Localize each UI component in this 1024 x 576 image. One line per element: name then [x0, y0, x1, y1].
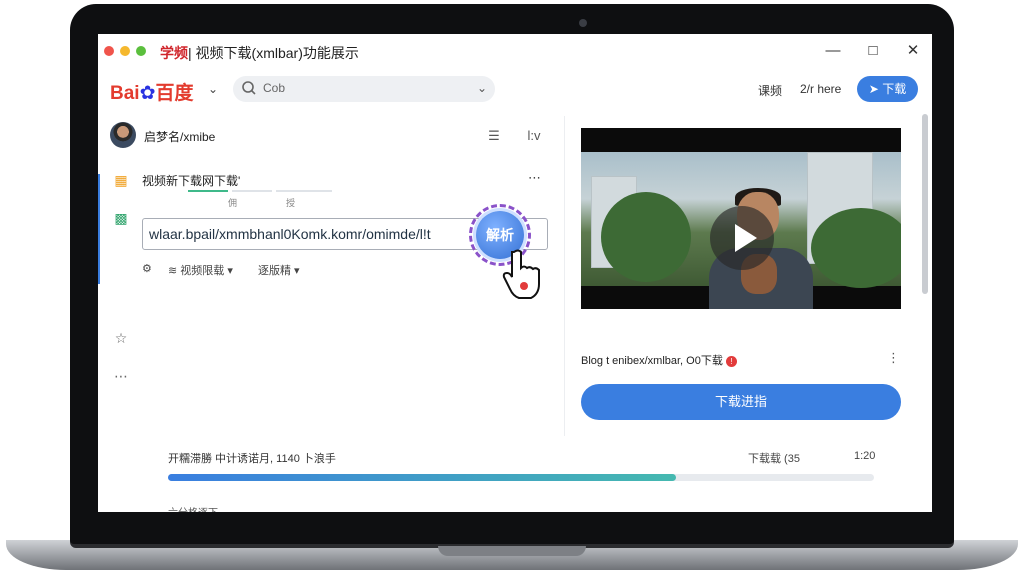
brand-text-left: Bai: [110, 83, 140, 104]
title-logo: 学频: [160, 45, 188, 61]
more-icon[interactable]: ⋯: [112, 368, 130, 386]
camera-icon: [579, 19, 587, 27]
card-more-icon[interactable]: ⋯: [528, 170, 541, 186]
video-tree: [811, 208, 901, 288]
nav-link-2[interactable]: 2/r here: [800, 82, 841, 96]
option-1[interactable]: ≋ 视频限载 ▾: [168, 262, 233, 278]
nav-link-1[interactable]: 课频: [758, 82, 782, 99]
chevron-down-icon: ▾: [224, 265, 233, 277]
app-window: 学频| 视频下载(xmlbar)功能展示 — □ ✕ Bai✿百度 ⌄ Cob …: [98, 34, 932, 512]
maximize-icon[interactable]: □: [862, 40, 884, 62]
maximize-dot[interactable]: [136, 46, 146, 56]
grid-icon[interactable]: ▦: [112, 172, 130, 190]
video-player[interactable]: [581, 128, 901, 309]
avatar[interactable]: [110, 122, 136, 148]
paw-icon: ✿: [139, 83, 156, 104]
left-pane: 启梦名/xmibe ☰ l:v ▦ ▩ ☆ ⋯ 视频新下载网下载' ⋯ 佣 授 …: [98, 116, 560, 434]
progress-fill: [168, 474, 677, 481]
video-tree: [601, 192, 691, 282]
search-text: Cob: [263, 81, 286, 95]
mini-progress-2: [276, 190, 332, 192]
progress-status: 下载载 (35: [748, 453, 800, 465]
scrollbar[interactable]: [922, 114, 928, 294]
close-dot[interactable]: [104, 46, 114, 56]
download-button[interactable]: ➤ 下载: [857, 76, 918, 102]
progress-track: [168, 474, 874, 481]
right-pane: Blog t enibex/xmlbar, O0下载 ! ⋮ 下载进指: [564, 116, 932, 436]
hand-cursor-icon: [502, 249, 540, 299]
download-button-label: 下载: [882, 82, 907, 96]
search-dropdown-icon[interactable]: ⌄: [477, 81, 487, 95]
chevron-down-icon: ▾: [291, 265, 300, 277]
close-icon[interactable]: ✕: [902, 40, 924, 62]
layers-icon: ≋: [168, 265, 181, 277]
user-action[interactable]: l:v: [524, 126, 544, 146]
chevron-down-icon[interactable]: ⌄: [208, 82, 218, 96]
progress-area: 开糯滞勝 中计诱诺月, 1140 卜浪手 下载载 (35 1:20 六分格逐下: [168, 446, 876, 512]
title-text: | 视频下载(xmlbar)功能展示: [188, 45, 359, 61]
username: 启梦名/xmibe: [144, 130, 216, 144]
nav-bar: Bai✿百度 ⌄ Cob ⌄ 课频 2/r here ➤ 下载: [98, 70, 932, 108]
option-1-label: 视频限载: [180, 265, 225, 277]
minimize-icon[interactable]: —: [822, 40, 844, 62]
search-icon: [242, 81, 256, 95]
title-bar: 学频| 视频下载(xmlbar)功能展示 — □ ✕: [98, 34, 932, 68]
mini-progress-1: [188, 190, 228, 192]
option-2-label: 逐版精: [258, 265, 291, 277]
laptop-notch: [438, 546, 586, 556]
brand-text-right: 百度: [155, 83, 194, 104]
play-icon[interactable]: [710, 206, 774, 270]
card-title: 视频新下载网下载': [142, 174, 241, 188]
mini-progress-track: [232, 190, 272, 192]
brand-logo[interactable]: Bai✿百度: [110, 78, 194, 105]
minimize-dot[interactable]: [120, 46, 130, 56]
video-title-text: Blog t enibex/xmlbar, O0下载: [581, 355, 723, 367]
window-title: 学频| 视频下载(xmlbar)功能展示: [160, 43, 359, 63]
mini-label-1: 佣: [228, 198, 238, 208]
option-2[interactable]: 逐版精 ▾: [258, 262, 300, 278]
alert-icon: !: [725, 355, 737, 367]
sidebar-accent: [98, 174, 100, 284]
apps-icon[interactable]: ▩: [112, 210, 130, 228]
download-progress-button[interactable]: 下载进指: [581, 384, 901, 420]
progress-time: 1:20: [854, 450, 876, 462]
bookmark-icon[interactable]: ☆: [112, 330, 130, 348]
mini-label-2: 授: [286, 198, 296, 208]
option-icon-1[interactable]: ⚙: [142, 262, 152, 275]
url-value: wlaar.bpail/xmmbhanl0Komk.komr/omimde/l!…: [149, 226, 431, 242]
list-icon[interactable]: ☰: [484, 126, 504, 146]
search-input[interactable]: Cob ⌄: [233, 76, 495, 102]
video-title: Blog t enibex/xmlbar, O0下载 !: [581, 352, 737, 368]
download-icon: ➤: [868, 82, 879, 96]
progress-bottom-label: 六分格逐下: [168, 504, 218, 512]
video-more-icon[interactable]: ⋮: [887, 350, 900, 366]
progress-label: 开糯滞勝 中计诱诺月, 1140 卜浪手: [168, 453, 336, 465]
